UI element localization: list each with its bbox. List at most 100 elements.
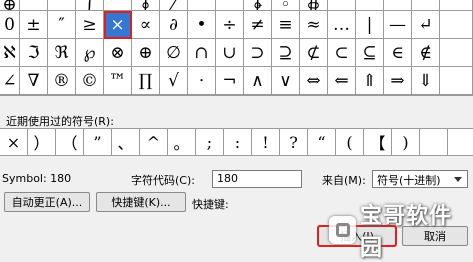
symbol-cell[interactable]: … [328,11,356,39]
symbol-cell[interactable]: ⊂ [328,39,356,67]
symbol-cell[interactable]: ⊕ [0,0,20,11]
symbol-cell[interactable]: ⇔ [300,67,328,95]
symbol-cell[interactable]: ∯ [300,0,328,11]
recent-symbol-cell[interactable]: “ [308,129,336,155]
symbol-cell[interactable]: ∨ [272,67,300,95]
recent-symbol-cell[interactable]: ; [196,129,224,155]
recent-symbol-cell[interactable]: ） [28,129,56,155]
symbol-cell[interactable]: ⇓ [412,67,440,95]
from-select-value: 符号(十进制) [377,174,441,187]
symbol-cell[interactable]: √ [160,67,188,95]
symbol-cell[interactable] [104,0,132,11]
symbol-cell[interactable]: ¬ [216,67,244,95]
symbol-grid: ⊕ ∫ ∮ ⁄ ∳ ◦ ∯ 0 ± ″ ≥ × ∝ ∂ • ÷ ≠ ≡ ≈… | — ↵ ℵ ℑ ℜ ℘ ⊗ ⊕ ∅ ∩ ∪ ⊃ ⊇ ⊄ ⊂ ⊆ ∈ ∉ ∠… [0,0,473,96]
symbol-cell[interactable]: ∝ [132,11,160,39]
symbol-cell[interactable]: ∉ [412,39,440,67]
symbol-cell[interactable]: ⊇ [272,39,300,67]
symbol-cell[interactable]: ∮ [132,0,160,11]
symbol-cell[interactable]: ◦ [272,0,300,11]
recent-symbol-cell[interactable]: ( [336,129,364,155]
symbol-cell[interactable] [440,67,473,95]
symbol-cell[interactable]: ⊄ [300,39,328,67]
symbol-cell[interactable]: • [188,11,216,39]
symbol-cell[interactable]: ± [20,11,48,39]
symbol-cell[interactable]: ∩ [188,39,216,67]
symbol-cell[interactable]: © [76,67,104,95]
recent-symbol-cell[interactable]: （ [56,129,84,155]
symbol-cell[interactable]: ⋅ [188,67,216,95]
symbol-cell[interactable]: ® [48,67,76,95]
watermark-icon [329,216,357,244]
symbol-cell[interactable] [440,11,473,39]
symbol-cell[interactable]: ≈ [300,11,328,39]
watermark-text: 宝哥软件园 [360,204,453,261]
symbol-cell[interactable]: ∂ [160,11,188,39]
symbol-cell[interactable]: 0 [0,11,20,39]
symbol-cell[interactable] [440,0,473,11]
recent-symbol-cell[interactable]: × [0,129,28,155]
char-code-input[interactable]: 180 [212,170,302,188]
symbol-cell[interactable]: ∅ [160,39,188,67]
recent-symbol-cell[interactable] [420,129,448,155]
symbol-cell[interactable]: ″ [48,11,76,39]
symbol-cell[interactable]: ∪ [216,39,244,67]
symbol-cell[interactable]: ≥ [76,11,104,39]
symbol-cell[interactable] [48,0,76,11]
symbol-name: Symbol: 180 [2,172,72,185]
symbol-cell[interactable]: — [384,11,412,39]
recent-symbols-row: ×）（”、 ^。;:!? “(【) [0,128,473,156]
from-label: 来自(M): [322,174,366,187]
symbol-cell[interactable]: ∫ [76,0,104,11]
symbol-cell[interactable]: ⊕ [132,39,160,67]
symbol-cell[interactable]: | [356,11,384,39]
watermark-logo: 宝哥软件园 [329,204,471,261]
symbol-cell[interactable]: ⇐ [328,67,356,95]
symbol-cell[interactable] [20,0,48,11]
symbol-cell[interactable] [356,0,384,11]
symbol-cell[interactable]: ∳ [244,0,272,11]
symbol-cell[interactable]: ⇒ [384,67,412,95]
symbol-cell[interactable] [412,0,440,11]
char-code-label: 字符代码(C): [131,174,195,187]
symbol-cell[interactable]: ∏ [132,67,160,95]
symbol-cell[interactable]: ∧ [244,67,272,95]
recent-symbol-cell[interactable]: : [224,129,252,155]
symbol-cell[interactable] [216,0,244,11]
recent-symbol-cell[interactable]: ” [84,129,112,155]
symbol-cell-selected[interactable]: × [104,11,132,39]
recent-symbol-cell[interactable]: 。 [168,129,196,155]
symbol-cell[interactable]: ≡ [272,11,300,39]
symbol-cell[interactable]: ∇ [20,67,48,95]
symbol-cell[interactable] [328,0,356,11]
symbol-cell[interactable]: ℘ [76,39,104,67]
autocorrect-button[interactable]: 自动更正(A)... [4,192,90,212]
symbol-cell[interactable]: ∠ [0,67,20,95]
symbol-cell[interactable]: ™ [104,67,132,95]
symbol-cell[interactable]: ⊃ [244,39,272,67]
symbol-cell[interactable]: ℵ [0,39,20,67]
symbol-cell[interactable]: ↵ [412,11,440,39]
symbol-cell[interactable]: ℜ [48,39,76,67]
symbol-cell[interactable]: ⊗ [104,39,132,67]
symbol-cell[interactable] [384,0,412,11]
recent-symbols-label: 近期使用过的符号(R): [6,115,114,128]
shortcut-key-button[interactable]: 快捷键(K)... [96,192,186,212]
shortcut-key-label: 快捷键: [192,198,229,211]
recent-symbol-cell[interactable]: ) [392,129,420,155]
recent-symbol-cell[interactable] [448,129,473,155]
recent-symbol-cell[interactable]: 【 [364,129,392,155]
symbol-cell[interactable] [188,0,216,11]
recent-symbol-cell[interactable]: ! [252,129,280,155]
symbol-cell[interactable]: ⊆ [356,39,384,67]
symbol-cell[interactable]: ≠ [244,11,272,39]
symbol-cell[interactable]: ÷ [216,11,244,39]
symbol-cell[interactable]: ∈ [384,39,412,67]
symbol-cell[interactable]: ℑ [20,39,48,67]
from-select[interactable]: 符号(十进制) [372,170,468,188]
recent-symbol-cell[interactable]: ^ [140,129,168,155]
recent-symbol-cell[interactable]: ? [280,129,308,155]
symbol-cell[interactable]: ⇑ [356,67,384,95]
recent-symbol-cell[interactable]: 、 [112,129,140,155]
symbol-cell[interactable]: ⁄ [160,0,188,11]
symbol-cell[interactable] [440,39,473,67]
